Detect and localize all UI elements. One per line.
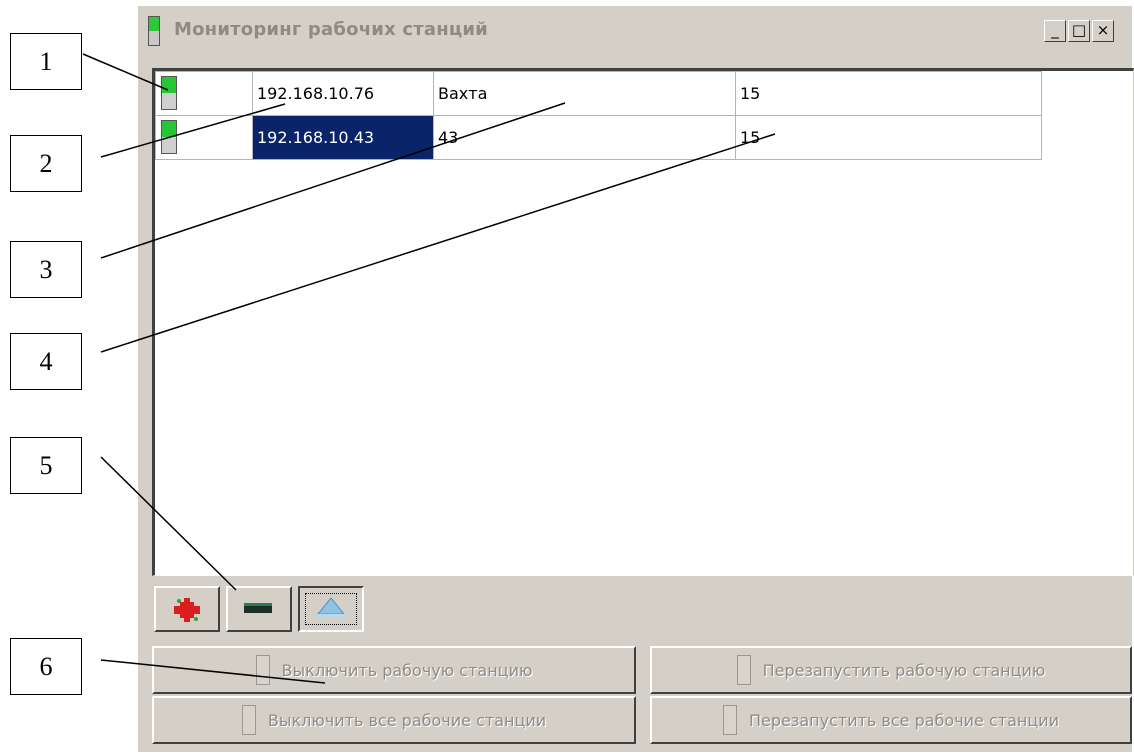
callout-1: 1 bbox=[10, 33, 82, 90]
status-cell bbox=[155, 115, 253, 160]
ip-cell-selected[interactable]: 192.168.10.43 bbox=[252, 115, 434, 160]
value-cell[interactable]: 15 bbox=[735, 115, 1042, 160]
close-button[interactable]: × bbox=[1092, 20, 1114, 42]
value-cell[interactable]: 15 bbox=[735, 71, 1042, 116]
table-row[interactable]: 192.168.10.76 Вахта 15 bbox=[155, 71, 1042, 116]
minimize-button[interactable]: _ bbox=[1044, 20, 1066, 42]
shutdown-all-button[interactable]: Выключить все рабочие станции bbox=[152, 696, 636, 744]
window-title: Мониторинг рабочих станций bbox=[174, 19, 488, 40]
shutdown-station-label: Выключить рабочую станцию bbox=[281, 660, 533, 680]
status-cell bbox=[155, 71, 253, 116]
callout-6: 6 bbox=[10, 638, 82, 695]
button-glyph-icon bbox=[722, 705, 737, 735]
restart-station-button[interactable]: Перезапустить рабочую станцию bbox=[650, 646, 1132, 694]
name-cell[interactable]: Вахта bbox=[433, 71, 736, 116]
shutdown-station-button[interactable]: Выключить рабочую станцию bbox=[152, 646, 636, 694]
status-indicator-icon bbox=[161, 76, 177, 110]
station-list[interactable]: 192.168.10.76 Вахта 15 192.168.10.43 43 … bbox=[152, 68, 1134, 576]
maximize-button[interactable]: □ bbox=[1068, 20, 1090, 42]
restart-all-label: Перезапустить все рабочие станции bbox=[748, 710, 1060, 730]
red-plus-icon bbox=[174, 598, 200, 622]
status-indicator-icon bbox=[161, 120, 177, 154]
ip-cell[interactable]: 192.168.10.76 bbox=[252, 71, 434, 116]
button-glyph-icon bbox=[241, 705, 256, 735]
shutdown-all-label: Выключить все рабочие станции bbox=[267, 710, 547, 730]
button-glyph-icon bbox=[736, 655, 751, 685]
dark-minus-icon bbox=[244, 603, 272, 613]
app-indicator-icon bbox=[148, 16, 160, 46]
title-bar[interactable]: Мониторинг рабочих станций _ □ × bbox=[138, 6, 1132, 56]
workstation-monitor-window: Мониторинг рабочих станций _ □ × 192.168… bbox=[138, 6, 1134, 752]
remove-station-button[interactable] bbox=[226, 586, 292, 632]
add-station-button[interactable] bbox=[154, 586, 220, 632]
triangle-up-icon bbox=[316, 597, 346, 617]
move-up-button[interactable] bbox=[298, 586, 364, 632]
station-table: 192.168.10.76 Вахта 15 192.168.10.43 43 … bbox=[155, 71, 1042, 160]
restart-all-button[interactable]: Перезапустить все рабочие станции bbox=[650, 696, 1132, 744]
name-cell[interactable]: 43 bbox=[433, 115, 736, 160]
callout-2: 2 bbox=[10, 135, 82, 192]
callout-3: 3 bbox=[10, 241, 82, 298]
button-glyph-icon bbox=[255, 655, 270, 685]
table-row[interactable]: 192.168.10.43 43 15 bbox=[155, 115, 1042, 160]
callout-4: 4 bbox=[10, 333, 82, 390]
callout-5: 5 bbox=[10, 437, 82, 494]
restart-station-label: Перезапустить рабочую станцию bbox=[762, 660, 1046, 680]
